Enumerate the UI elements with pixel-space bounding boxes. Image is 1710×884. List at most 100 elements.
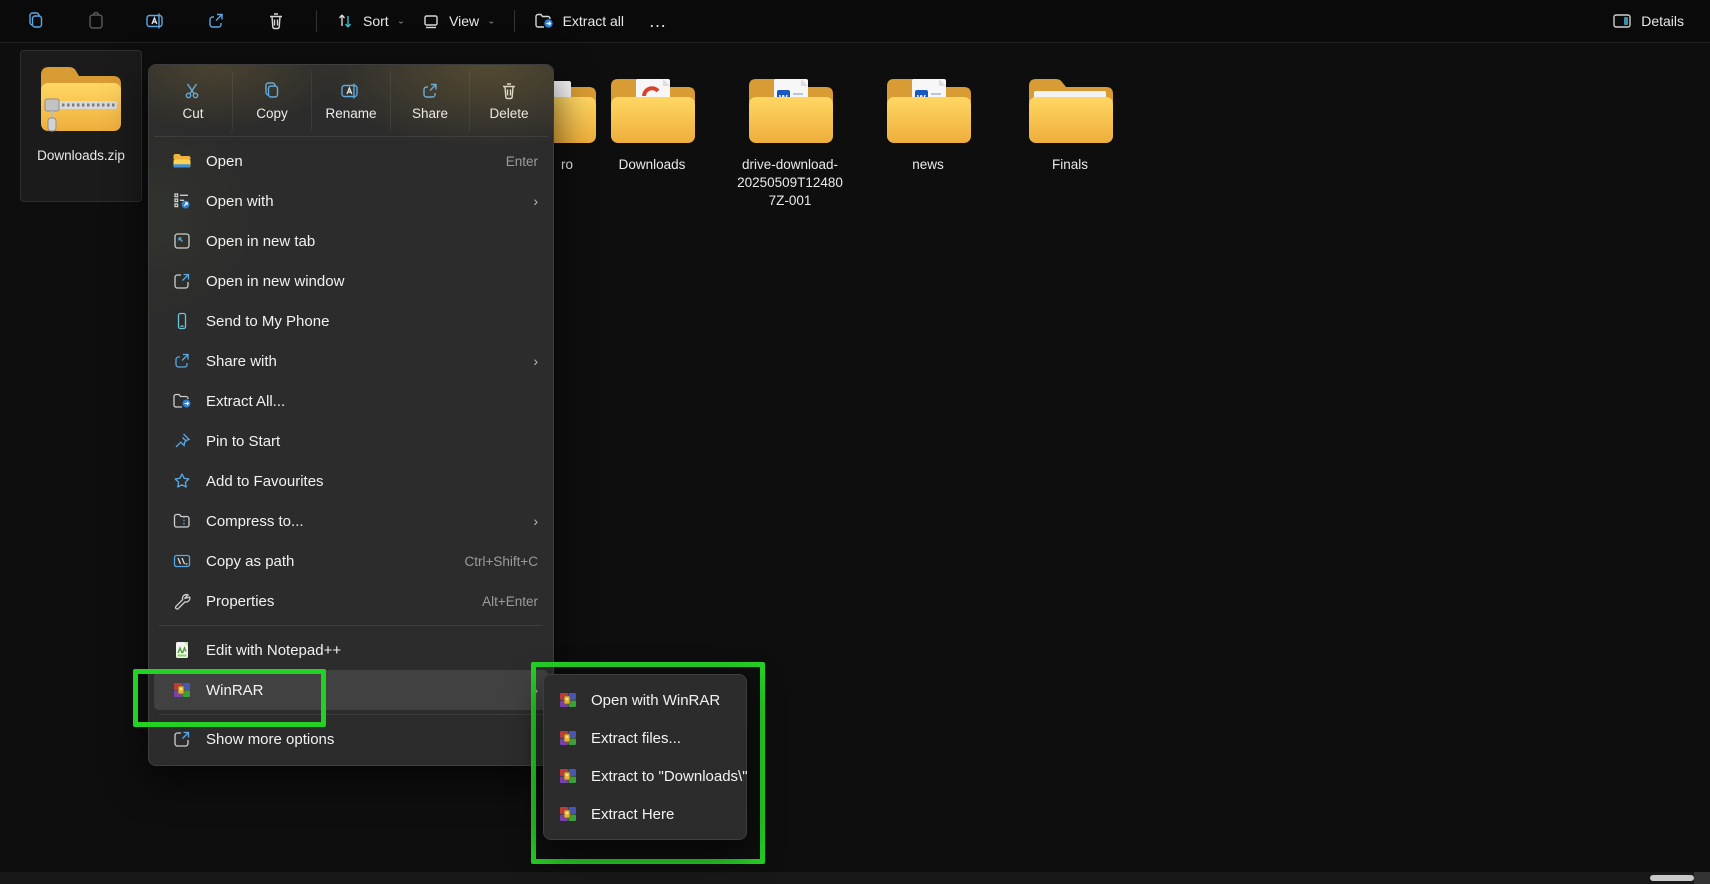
file-label: ro	[560, 157, 573, 172]
toolbar-separator	[513, 10, 515, 32]
details-label: Details	[1641, 13, 1684, 29]
menu-item-compress-to[interactable]: Compress to... ›	[154, 501, 548, 541]
open-with-icon	[170, 190, 194, 212]
menu-item-copy-as-path[interactable]: Copy as path Ctrl+Shift+C	[154, 541, 548, 581]
sort-label: Sort	[363, 13, 389, 29]
folder-drive-download[interactable]: w drive-download- 20250509T12480 7Z-001	[725, 70, 855, 210]
new-tab-icon	[170, 230, 194, 252]
folder-news[interactable]: w news	[880, 70, 976, 174]
file-label: drive-download- 20250509T12480 7Z-001	[737, 157, 843, 208]
chevron-down-icon: ⌄	[487, 16, 496, 26]
view-button[interactable]: View ⌄	[413, 4, 503, 38]
compress-icon	[170, 510, 194, 532]
menu-separator	[159, 625, 543, 626]
chevron-right-icon: ›	[533, 682, 538, 698]
copy-icon	[262, 81, 282, 101]
copy-label: Copy	[256, 106, 288, 121]
delete-button[interactable]	[246, 4, 306, 38]
menu-item-extract-all[interactable]: Extract All...	[154, 381, 548, 421]
chevron-right-icon: ›	[533, 513, 538, 529]
menu-item-open-in-new-tab[interactable]: Open in new tab	[154, 221, 548, 261]
ellipsis-icon: …	[648, 10, 668, 31]
share-button[interactable]: Share	[391, 69, 470, 133]
rename-icon	[340, 81, 362, 101]
delete-button[interactable]: Delete	[470, 69, 548, 133]
extract-all-button[interactable]: Extract all	[525, 4, 632, 38]
share-button[interactable]	[186, 4, 246, 38]
copy-button[interactable]: Copy	[233, 69, 312, 133]
view-label: View	[449, 13, 480, 29]
cut-label: Cut	[182, 106, 204, 121]
rename-button[interactable]	[126, 4, 186, 38]
folder-icon	[606, 70, 698, 150]
winrar-icon	[557, 728, 579, 748]
horizontal-scrollbar[interactable]	[0, 872, 1710, 884]
phone-icon	[170, 310, 194, 332]
file-downloads-zip[interactable]: Downloads.zip	[20, 50, 142, 202]
shortcut: Alt+Enter	[482, 593, 538, 609]
menu-item-share-with[interactable]: Share with ›	[154, 341, 548, 381]
wrench-icon	[170, 590, 194, 612]
winrar-icon	[557, 804, 579, 824]
extract-all-label: Extract all	[562, 13, 625, 29]
chevron-right-icon: ›	[533, 353, 538, 369]
scrollbar-corner	[1694, 872, 1710, 884]
menu-item-edit-with-notepadpp[interactable]: Edit with Notepad++	[154, 630, 548, 670]
file-label: news	[912, 157, 944, 172]
trash-icon	[499, 81, 519, 101]
folder-downloads[interactable]: Downloads	[597, 70, 707, 174]
rename-label: Rename	[325, 106, 377, 121]
chevron-down-icon: ⌄	[396, 16, 406, 26]
folder-icon: w	[882, 70, 974, 150]
show-more-icon	[170, 728, 194, 750]
cut-icon	[183, 81, 203, 101]
rename-button[interactable]: Rename	[312, 69, 391, 133]
paste-icon	[86, 11, 106, 31]
winrar-submenu: Open with WinRAR Extract files... Extrac…	[543, 674, 748, 840]
copy-button[interactable]	[6, 4, 66, 38]
extract-all-icon	[533, 11, 555, 31]
menu-item-open-in-new-window[interactable]: Open in new window	[154, 261, 548, 301]
scrollbar-thumb[interactable]	[1650, 875, 1694, 881]
winrar-icon	[557, 766, 579, 786]
folder-icon	[170, 150, 194, 172]
file-label: Downloads	[618, 157, 686, 172]
winrar-icon	[557, 690, 579, 710]
details-button[interactable]: Details	[1603, 4, 1692, 38]
share-icon	[206, 11, 226, 31]
submenu-item-extract-to-downloads[interactable]: Extract to "Downloads\"	[549, 757, 748, 795]
new-window-icon	[170, 270, 194, 292]
menu-item-properties[interactable]: Properties Alt+Enter	[154, 581, 548, 621]
submenu-item-extract-files[interactable]: Extract files...	[549, 719, 741, 757]
menu-item-open-with[interactable]: Open with ›	[154, 181, 548, 221]
menu-item-winrar[interactable]: WinRAR ›	[154, 670, 548, 710]
menu-item-send-to-my-phone[interactable]: Send to My Phone	[154, 301, 548, 341]
file-label: Finals	[1051, 157, 1088, 172]
context-menu: Cut Copy Rename Share Delete Open Enter …	[148, 64, 554, 766]
copy-as-path-icon	[170, 550, 194, 572]
rename-icon	[145, 11, 167, 31]
paste-button[interactable]	[66, 4, 126, 38]
winrar-icon	[170, 679, 194, 701]
shortcut: Enter	[505, 153, 538, 169]
cut-button[interactable]: Cut	[154, 69, 233, 133]
notepadpp-icon	[170, 639, 194, 661]
zip-folder-icon	[33, 55, 129, 141]
menu-item-pin-to-start[interactable]: Pin to Start	[154, 421, 548, 461]
menu-separator	[159, 714, 543, 715]
submenu-item-extract-here[interactable]: Extract Here	[549, 795, 741, 833]
folder-finals[interactable]: Finals	[1022, 70, 1118, 174]
menu-item-add-to-favourites[interactable]: Add to Favourites	[154, 461, 548, 501]
folder-icon: w	[744, 70, 836, 150]
more-options-button[interactable]: …	[632, 4, 684, 38]
share-icon	[420, 81, 440, 101]
sort-icon	[335, 11, 355, 31]
folder-icon	[1024, 70, 1116, 150]
menu-item-open[interactable]: Open Enter	[154, 141, 548, 181]
toolbar-separator	[316, 10, 317, 32]
view-icon	[421, 11, 441, 31]
chevron-right-icon: ›	[533, 193, 538, 209]
submenu-item-open-with-winrar[interactable]: Open with WinRAR	[549, 681, 741, 719]
menu-item-show-more-options[interactable]: Show more options	[154, 719, 548, 759]
sort-button[interactable]: Sort ⌄	[327, 4, 413, 38]
